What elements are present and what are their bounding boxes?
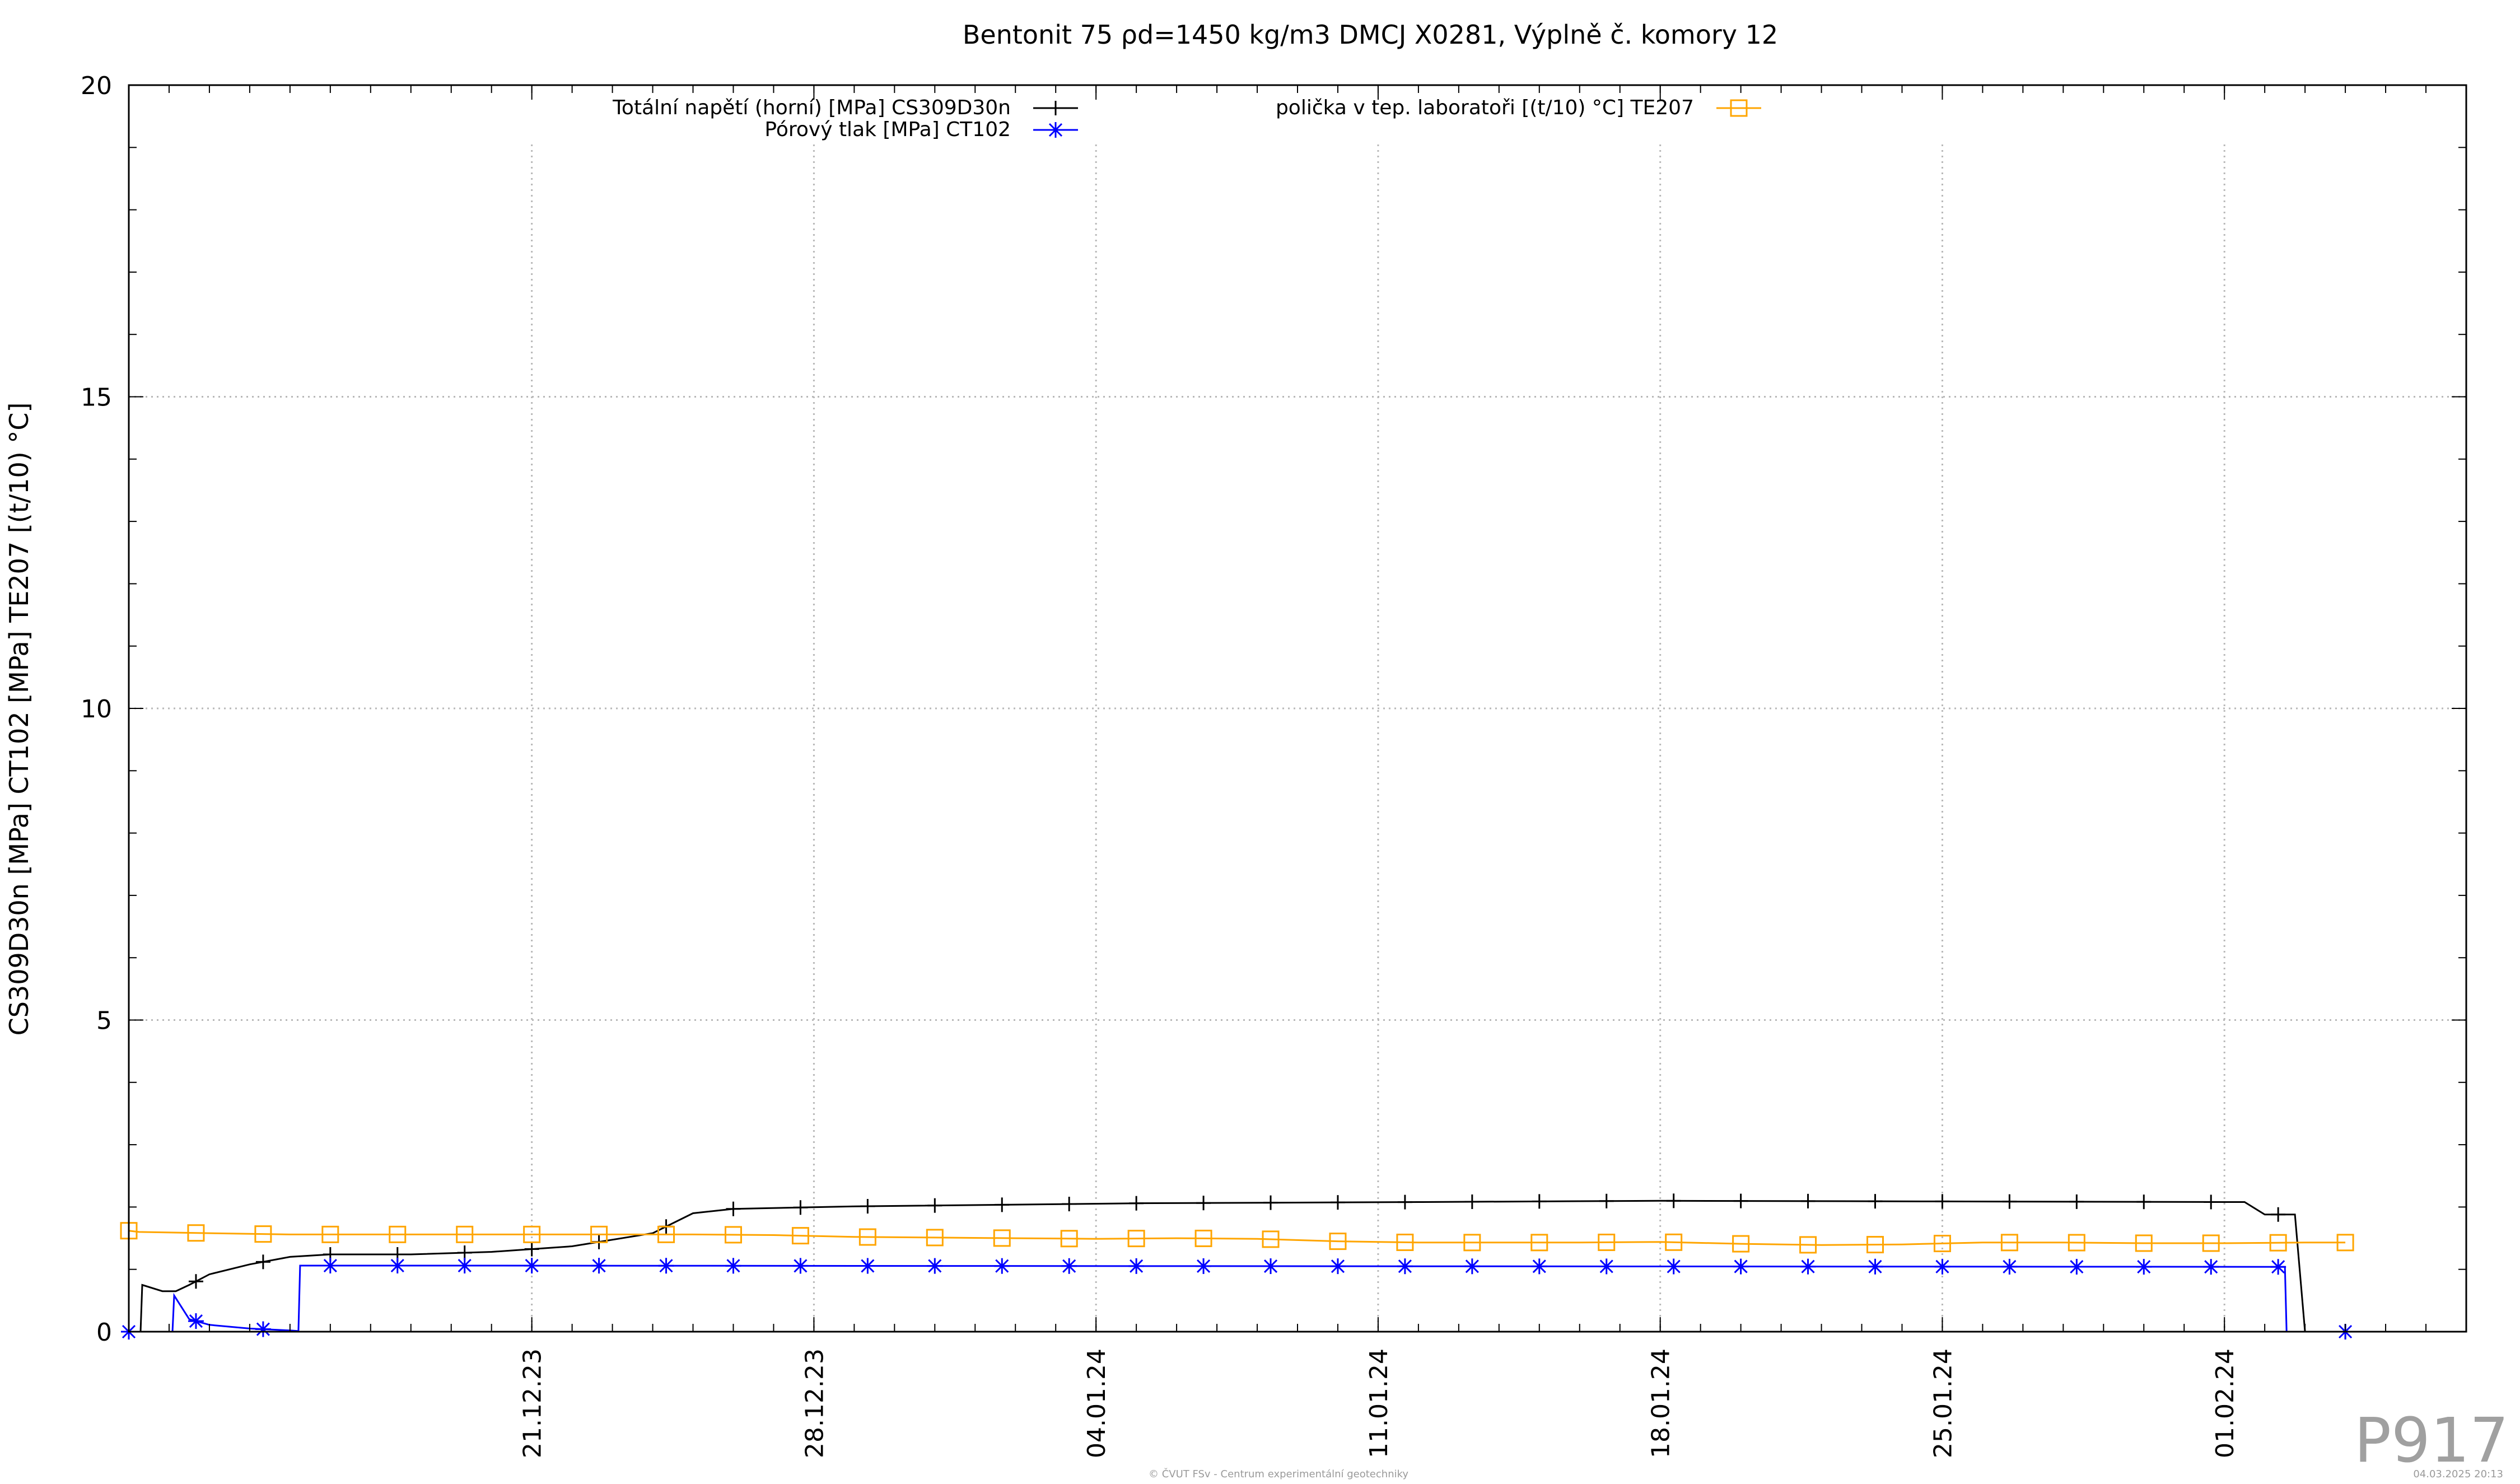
data-point <box>1061 1258 1077 1274</box>
x-tick-label: 18.01.24 <box>1647 1348 1676 1458</box>
y-tick-label: 10 <box>81 695 112 724</box>
data-point <box>389 1258 405 1274</box>
data-point <box>658 1258 674 1274</box>
data-point <box>2069 1259 2085 1275</box>
x-tick-label: 28.12.23 <box>800 1348 829 1458</box>
data-point <box>1733 1258 1749 1275</box>
legend-label: Totální napětí (horní) [MPa] CS309D30n <box>612 96 1011 119</box>
data-point <box>1665 1258 1682 1275</box>
x-tick-label: 21.12.23 <box>519 1348 547 1458</box>
legend-marker <box>1048 122 1063 138</box>
data-point <box>860 1258 876 1274</box>
chart-title: Bentonit 75 ρd=1450 kg/m3 DMCJ X0281, Vý… <box>963 20 1778 50</box>
chart: Bentonit 75 ρd=1450 kg/m3 DMCJ X0281, Vý… <box>0 0 2520 1484</box>
data-point <box>1464 1258 1480 1275</box>
data-point <box>1934 1258 1950 1275</box>
data-point <box>2203 1259 2219 1275</box>
data-point <box>2001 1258 2018 1275</box>
data-point <box>188 1313 204 1329</box>
data-point <box>1800 1258 1816 1275</box>
data-point <box>1329 1258 1346 1275</box>
plot-id: P917 <box>2354 1404 2509 1476</box>
y-tick-label: 0 <box>96 1318 112 1347</box>
data-point <box>2270 1259 2286 1275</box>
y-tick-label: 15 <box>81 384 112 412</box>
data-point <box>255 1321 271 1337</box>
legend-label: Pórový tlak [MPa] CT102 <box>764 118 1011 141</box>
data-point <box>1397 1258 1413 1275</box>
data-point <box>1531 1258 1547 1275</box>
x-tick-label: 04.01.24 <box>1082 1348 1111 1458</box>
data-point <box>792 1258 809 1274</box>
legend-label: polička v tep. laboratoři [(t/10) °C] TE… <box>1276 96 1694 119</box>
data-point <box>591 1258 607 1274</box>
footer-copyright: © ČVUT FSv - Centrum experimentální geot… <box>1149 1468 1408 1480</box>
data-point <box>1263 1258 1279 1275</box>
chart-background <box>0 0 2520 1484</box>
x-tick-label: 25.01.24 <box>1929 1348 1957 1458</box>
data-point <box>456 1258 473 1274</box>
data-point <box>524 1258 540 1274</box>
x-tick-label: 01.02.24 <box>2211 1348 2239 1458</box>
x-tick-label: 11.01.24 <box>1365 1348 1393 1458</box>
data-point <box>2136 1259 2152 1275</box>
data-point <box>1196 1258 1212 1274</box>
data-point <box>1598 1258 1614 1275</box>
data-point <box>725 1258 741 1274</box>
data-point <box>322 1258 338 1274</box>
data-point <box>1867 1258 1883 1275</box>
y-axis-label: CS309D30n [MPa] CT102 [MPa] TE207 [(t/10… <box>4 403 34 1036</box>
y-tick-label: 5 <box>96 1007 112 1035</box>
y-tick-label: 20 <box>81 72 112 100</box>
data-point <box>1128 1258 1145 1274</box>
data-point <box>927 1258 943 1274</box>
data-point <box>994 1258 1010 1274</box>
